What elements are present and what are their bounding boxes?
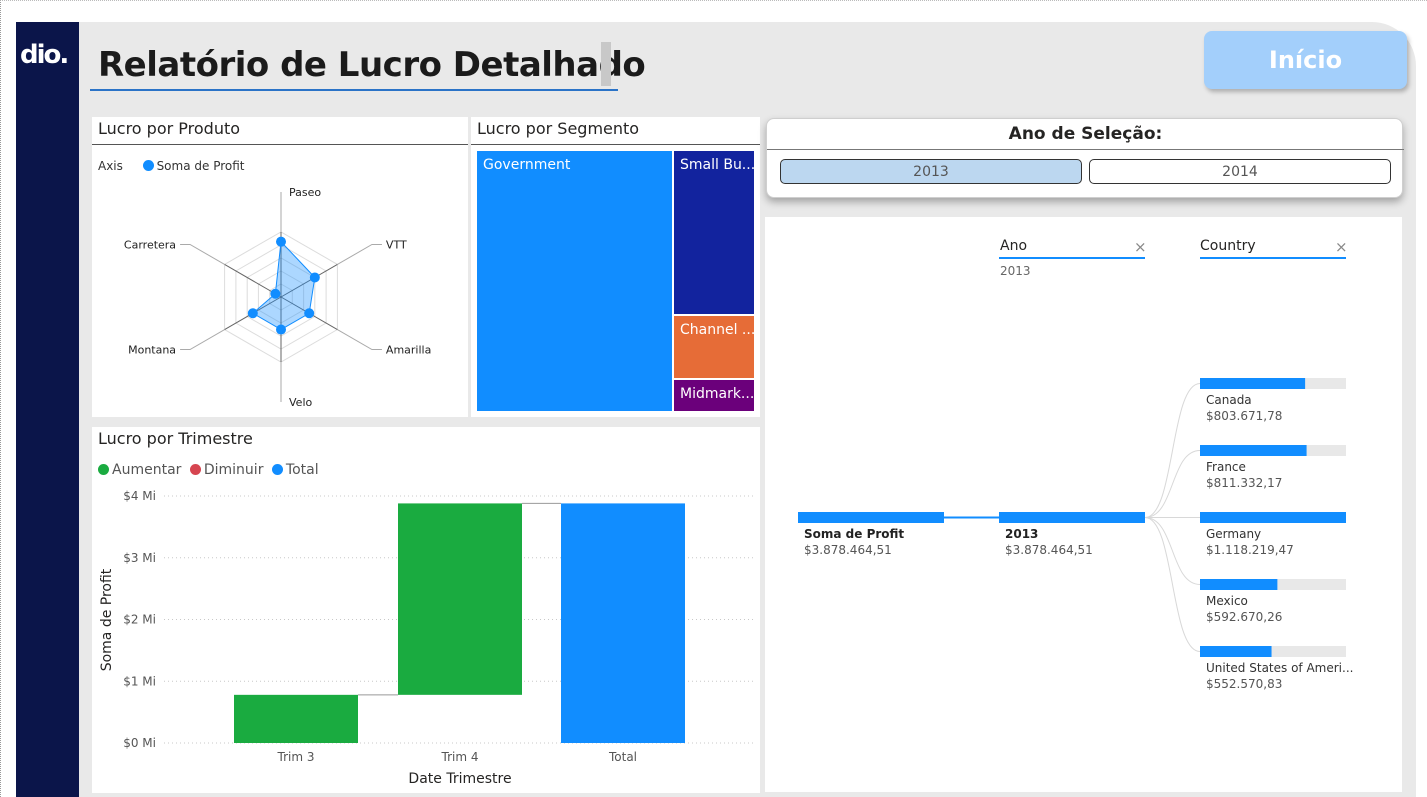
country-value: $592.670,26 (1206, 610, 1283, 624)
year-slicer: Ano de Seleção: 2013 2014 (766, 118, 1404, 198)
y-axis-title: Soma de Profit (99, 568, 115, 671)
country-bar-fill (1200, 378, 1306, 389)
country-label[interactable]: Canada (1206, 393, 1252, 407)
y-tick-label: $4 Mi (123, 489, 156, 503)
radar-panel: Lucro por Produto Axis Soma de Profit Pa… (92, 117, 468, 417)
radar-data-point (247, 308, 258, 319)
tree-branch-connector (1144, 383, 1201, 518)
waterfall-chart: $0 Mi $1 Mi $2 Mi $3 Mi $4 Mi Soma de Profit D… (99, 489, 754, 787)
sidebar (16, 22, 79, 797)
country-label[interactable]: Germany (1206, 527, 1261, 541)
country-value: $1.118.219,47 (1206, 543, 1294, 557)
y-tick-label: $1 Mi (123, 674, 156, 688)
country-bar-fill (1200, 512, 1346, 523)
radar-axis-label: Carretera (124, 239, 176, 252)
waterfall-bar (234, 694, 358, 743)
country-value: $552.570,83 (1206, 677, 1283, 691)
radar-data-point (304, 308, 315, 319)
x-tick-label: Trim 3 (277, 750, 315, 764)
title-accent-bar (601, 42, 611, 86)
y-tick-label: $3 Mi (123, 551, 156, 565)
country-label[interactable]: Mexico (1206, 594, 1248, 608)
home-button[interactable]: Início (1204, 31, 1407, 89)
tile-channel-partners[interactable]: Channel ... (674, 316, 754, 378)
treemap-title: Lucro por Segmento (477, 119, 640, 138)
treemap-panel: Lucro por Segmento Government Small Bu..… (471, 117, 760, 417)
country-bar-fill (1200, 579, 1278, 590)
slicer-divider (767, 149, 1404, 150)
x-tick-label: Total (608, 750, 637, 764)
tree-root-label: Soma de Profit (804, 527, 905, 541)
radar-axis-label: Amarilla (386, 344, 431, 357)
y-tick-label: $0 Mi (123, 736, 156, 750)
radar-data-point (270, 288, 281, 299)
waterfall-bar (561, 503, 685, 743)
radar-data-point (309, 272, 320, 283)
radar-leader-line (337, 244, 382, 265)
dio-logo: dio. (20, 40, 69, 70)
tile-government[interactable]: Government (477, 151, 672, 411)
y-tick-label: $2 Mi (123, 613, 156, 627)
page-title: Relatório de Lucro Detalhado (98, 45, 646, 85)
tree-branch-connector (1144, 450, 1201, 518)
radar-chart: Paseo VTT Amarilla Velo Montana Carretera (124, 186, 431, 409)
tree-branch-connector (1144, 517, 1201, 652)
country-value: $811.332,17 (1206, 476, 1283, 490)
tile-midmarket[interactable]: Midmark... (674, 380, 754, 411)
tile-small-business[interactable]: Small Bu... (674, 151, 754, 314)
decomposition-tree-panel: Ano × 2013 Country × Soma de Profit $3.8… (765, 217, 1402, 792)
radar-leader-line (180, 329, 225, 350)
tree-node-value: $3.878.464,51 (1005, 543, 1093, 557)
tree-node-label: 2013 (1005, 527, 1039, 541)
x-tick-label: Trim 4 (441, 750, 479, 764)
radar-axis-label: Montana (128, 344, 176, 357)
radar-data-point (276, 324, 286, 335)
waterfall-bar (398, 503, 522, 695)
tree-node-bar (999, 512, 1145, 523)
radar-axis-label: Paseo (289, 186, 321, 199)
tree-root-value: $3.878.464,51 (804, 543, 892, 557)
slicer-title: Ano de Seleção: (1008, 124, 1163, 144)
country-value: $803.671,78 (1206, 409, 1283, 423)
country-label[interactable]: United States of Ameri... (1206, 661, 1353, 675)
country-bar-fill (1200, 646, 1272, 657)
tree-root-bar (798, 512, 944, 523)
title-underline (90, 89, 618, 91)
x-axis-title: Date Trimestre (408, 771, 511, 787)
slicer-option-2014[interactable]: 2014 (1089, 159, 1391, 184)
waterfall-panel: Lucro por Trimestre Aumentar Diminuir To… (92, 427, 760, 793)
treemap-title-divider (471, 144, 760, 145)
radar-axis-label: Velo (289, 396, 312, 409)
country-bar-fill (1200, 445, 1307, 456)
radar-leader-line (337, 329, 382, 350)
radar-axis-label: VTT (386, 239, 407, 252)
country-label[interactable]: France (1206, 460, 1246, 474)
tree-branch-connector (1144, 517, 1201, 585)
slicer-option-2013[interactable]: 2013 (780, 159, 1082, 184)
radar-leader-line (180, 244, 225, 265)
tree-connectors (798, 378, 1346, 657)
radar-data-point (276, 236, 286, 247)
